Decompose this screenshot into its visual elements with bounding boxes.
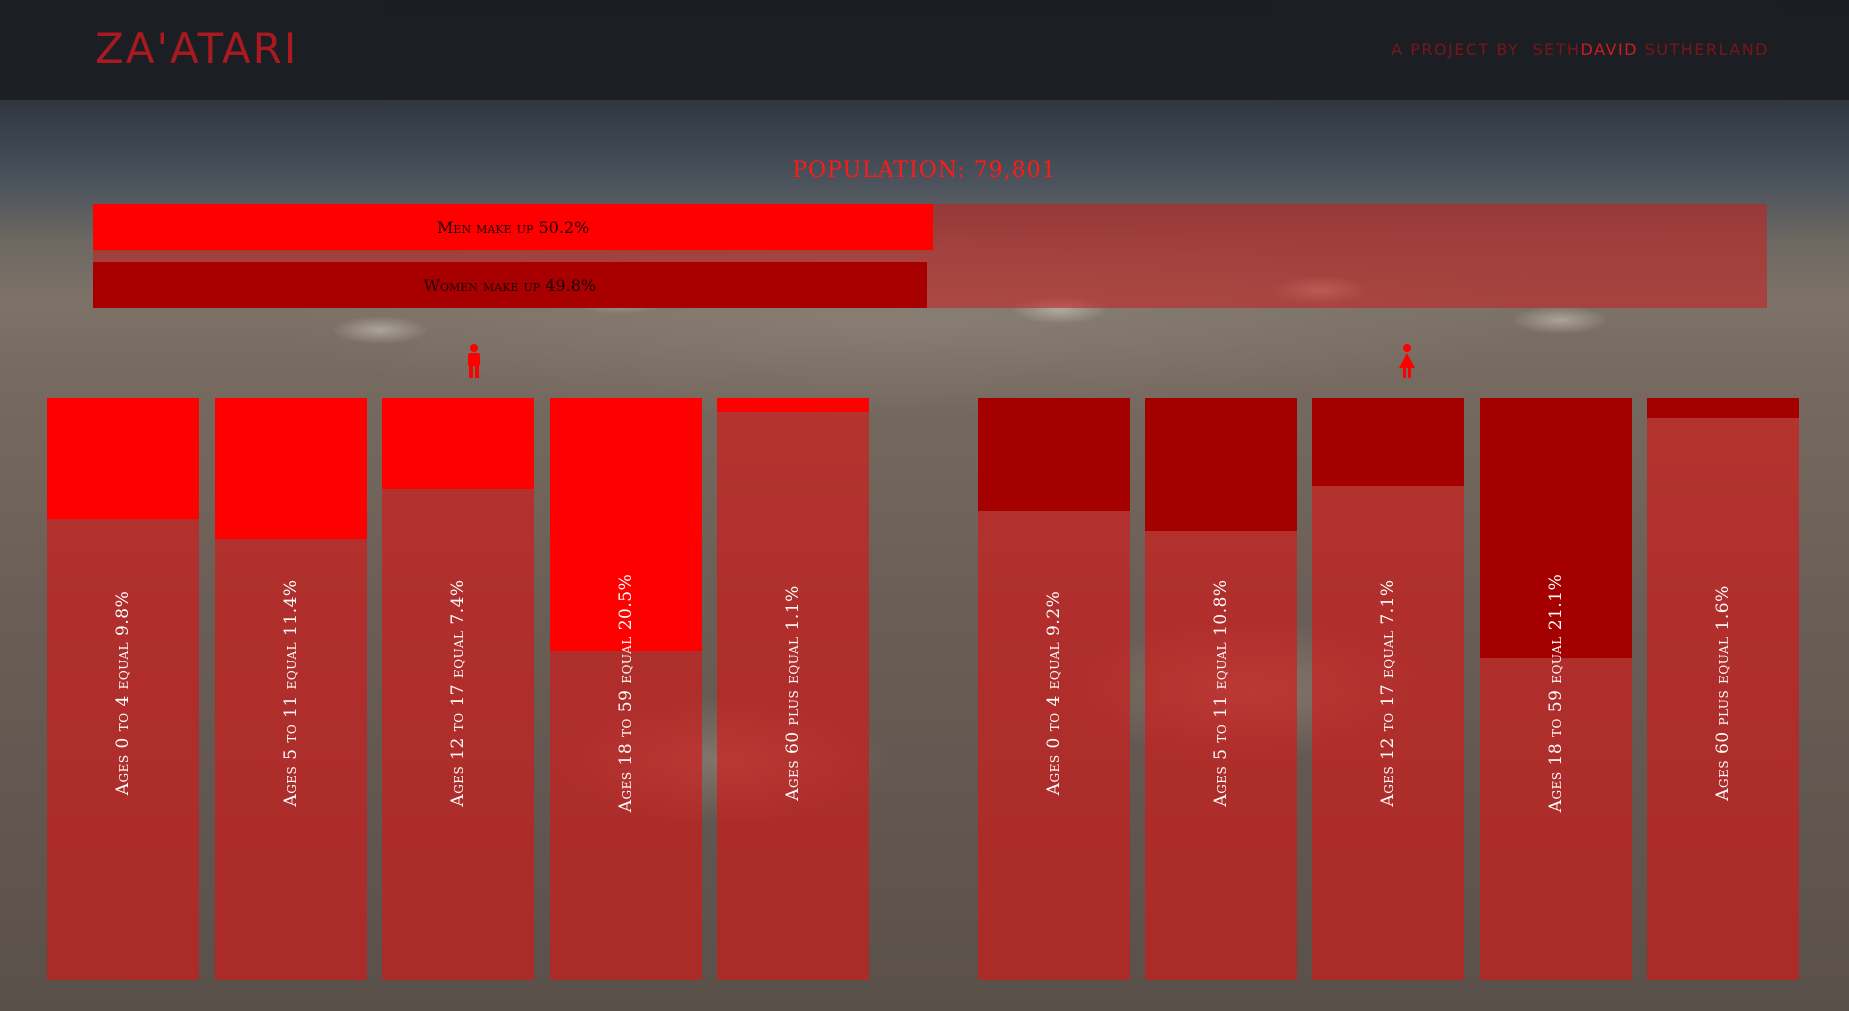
women-age-column: Ages 0 to 4 equal 9.2% [978,398,1130,980]
women-age-label: Ages 5 to 11 equal 10.8% [1211,579,1231,807]
women-age-label: Ages 12 to 17 equal 7.1% [1378,579,1398,807]
women-age-bar [1312,398,1464,486]
men-age-label: Ages 18 to 59 equal 20.5% [616,573,636,813]
men-age-column: Ages 5 to 11 equal 11.4% [215,398,367,980]
women-age-column: Ages 60 plus equal 1.6% [1647,398,1799,980]
women-age-column: Ages 12 to 17 equal 7.1% [1312,398,1464,980]
women-age-bar [1647,398,1799,418]
women-age-label: Ages 60 plus equal 1.6% [1713,585,1733,801]
men-percentage-bar: Men make up 50.2% [93,204,934,250]
men-age-bar [47,398,199,519]
women-percentage-bar: Women make up 49.8% [93,262,927,308]
men-age-label: Ages 0 to 4 equal 9.8% [113,590,133,796]
site-header: ZA'ATARI a project by sethdavid sutherla… [0,0,1849,100]
byline-first: seth [1532,40,1581,59]
men-age-column: Ages 12 to 17 equal 7.4% [382,398,534,980]
women-age-label: Ages 0 to 4 equal 9.2% [1044,590,1064,796]
men-age-label: Ages 12 to 17 equal 7.4% [448,579,468,807]
site-logo[interactable]: ZA'ATARI [95,24,298,73]
men-age-bar [382,398,534,490]
men-age-column: Ages 60 plus equal 1.1% [717,398,869,980]
women-age-label: Ages 18 to 59 equal 21.1% [1546,573,1566,813]
men-age-column: Ages 18 to 59 equal 20.5% [550,398,702,980]
byline-last: sutherland [1644,40,1769,59]
byline-highlight: david [1580,40,1638,59]
women-age-column: Ages 5 to 11 equal 10.8% [1145,398,1297,980]
men-age-label: Ages 60 plus equal 1.1% [783,585,803,801]
women-age-bar [978,398,1130,512]
chart-title: POPULATION: 79,801 [792,158,1057,183]
men-age-bar [215,398,367,539]
women-percentage-label: Women make up 49.8% [423,275,597,295]
women-age-column: Ages 18 to 59 equal 21.1% [1480,398,1632,980]
women-age-bar [1145,398,1297,532]
male-figure-icon [468,344,480,378]
female-figure-icon [1399,344,1415,378]
men-age-column: Ages 0 to 4 equal 9.8% [47,398,199,980]
men-age-bar [717,398,869,412]
men-age-label: Ages 5 to 11 equal 11.4% [281,579,301,807]
byline: a project by sethdavid sutherland [1391,40,1769,59]
byline-prefix: a project by [1391,40,1520,59]
men-percentage-label: Men make up 50.2% [437,217,590,237]
